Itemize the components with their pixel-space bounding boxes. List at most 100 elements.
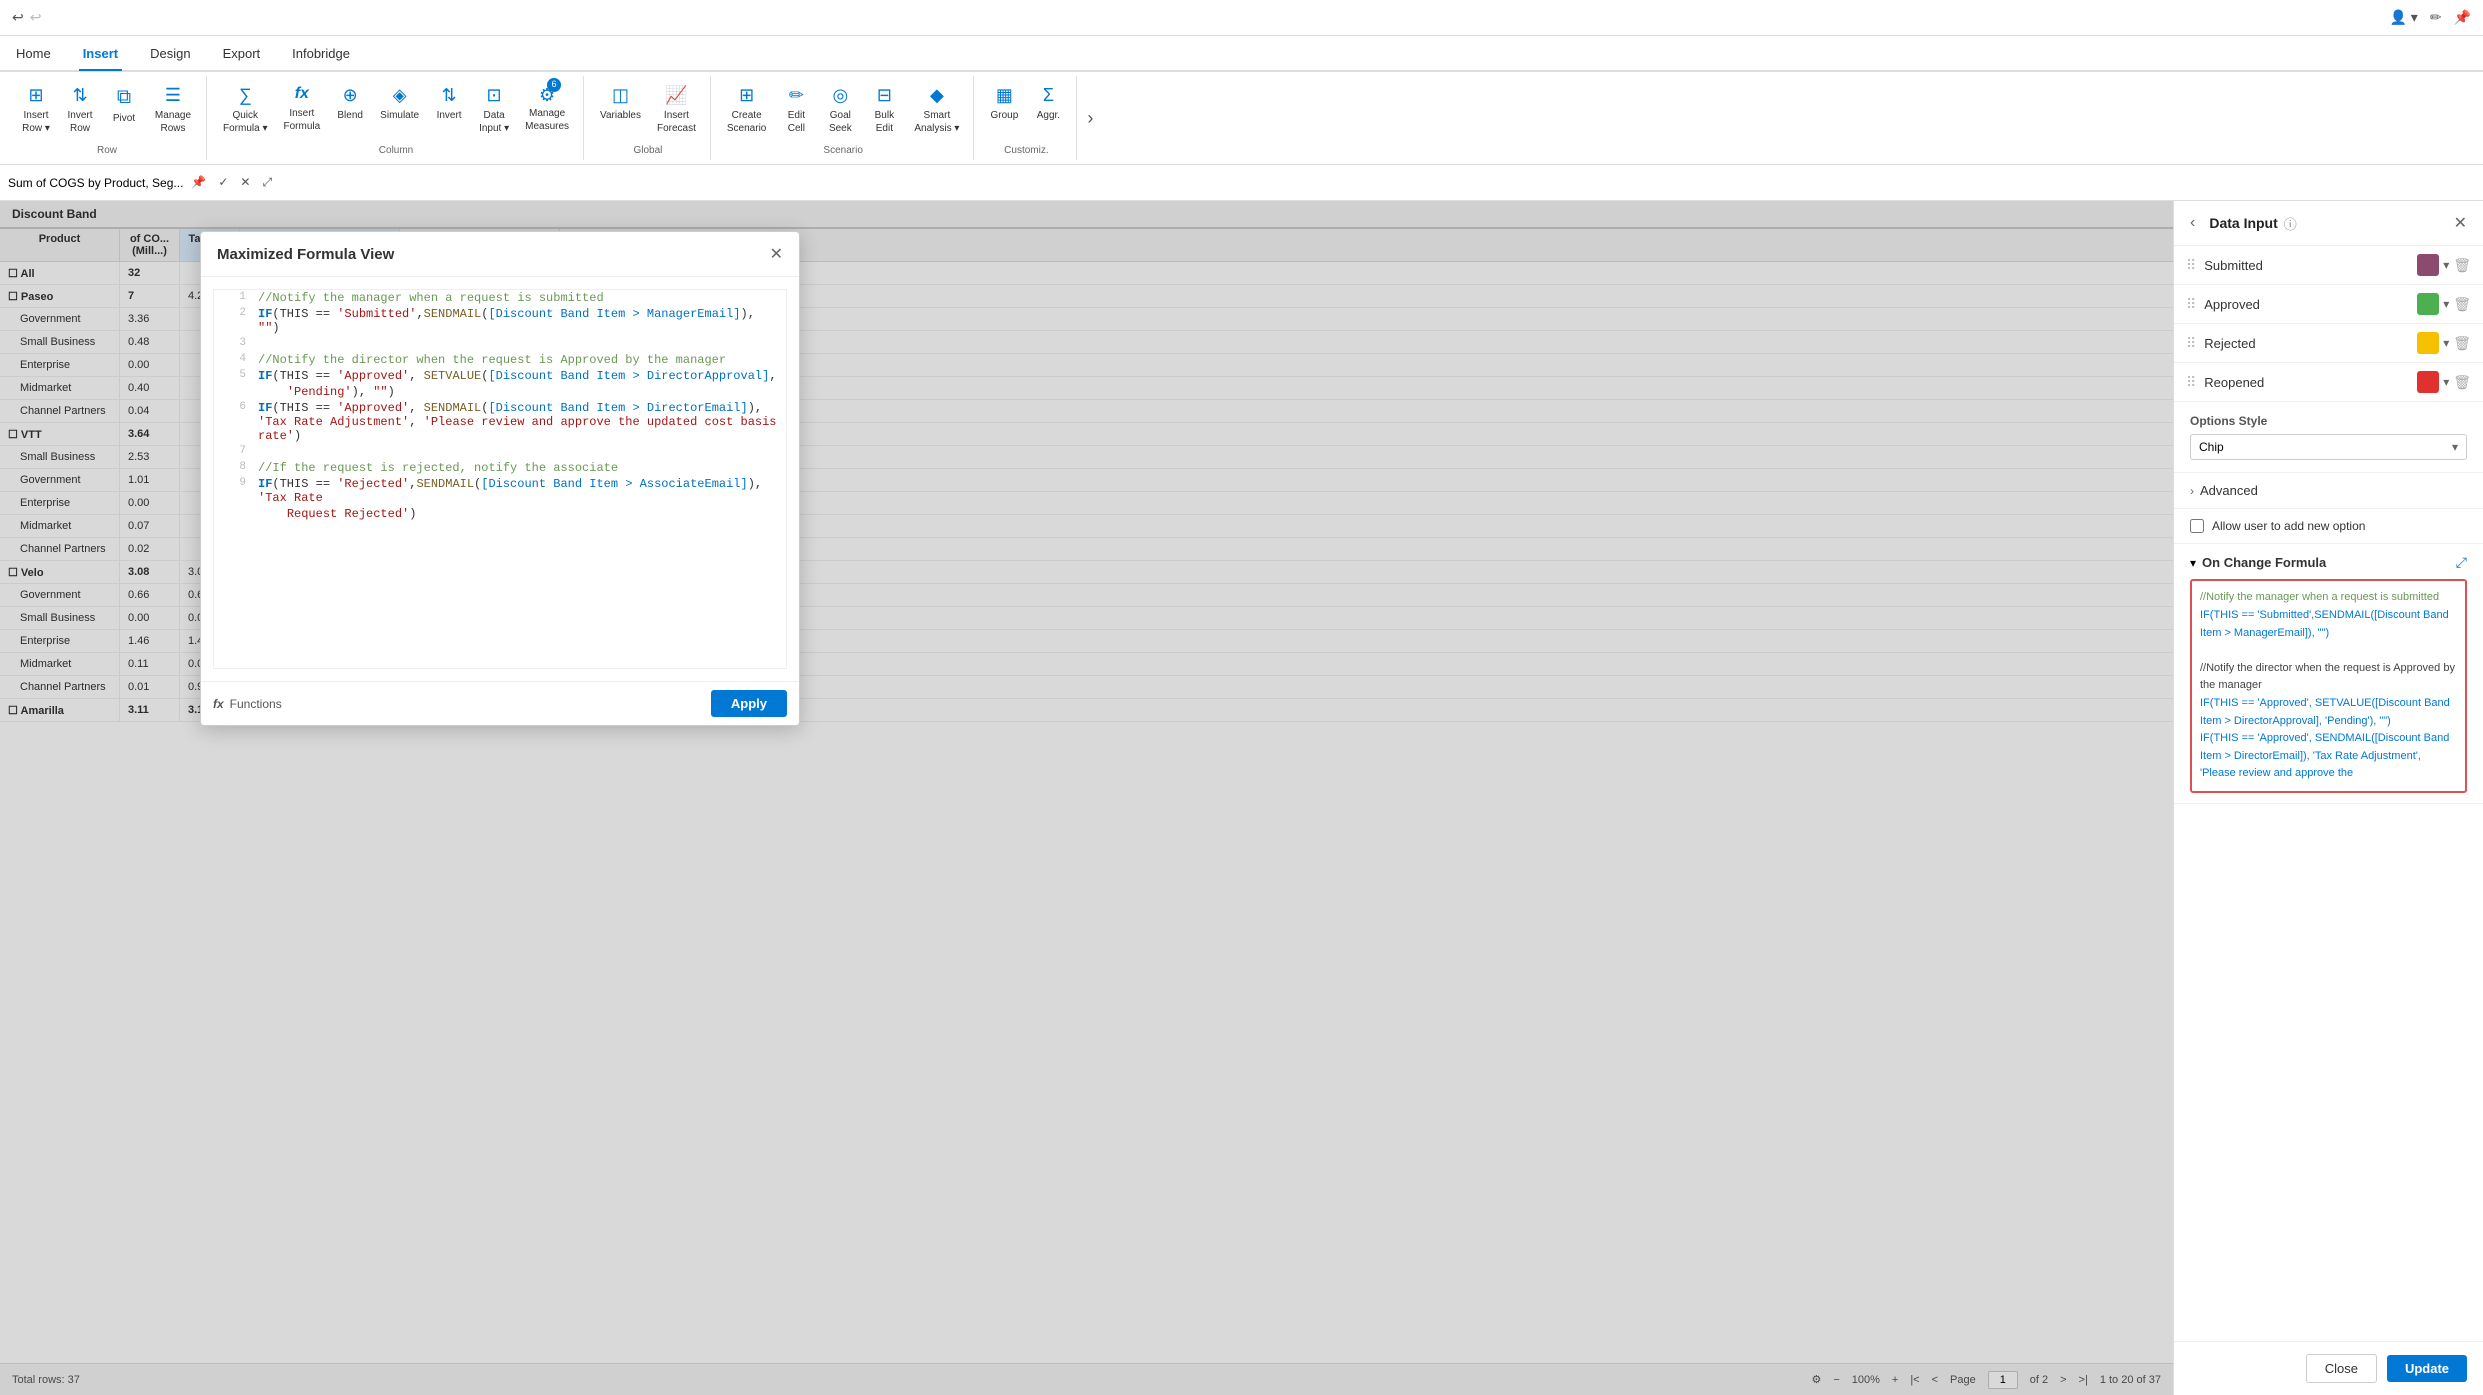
delete-option-rejected[interactable]: 🗑 xyxy=(2453,335,2471,352)
formula-link-1[interactable]: IF(THIS == 'Submitted',SENDMAIL([Discoun… xyxy=(2200,609,2449,639)
panel-info-icon[interactable]: ⓘ xyxy=(2284,214,2297,233)
check-formula-icon[interactable]: ✓ xyxy=(218,175,228,190)
color-chevron-reopened[interactable]: ▾ xyxy=(2443,375,2449,389)
aggr-button[interactable]: Σ Aggr. xyxy=(1028,80,1068,126)
tab-design[interactable]: Design xyxy=(146,38,194,71)
undo-icon[interactable]: ↩ xyxy=(12,9,24,26)
advanced-section: › Advanced xyxy=(2174,473,2483,509)
pivot-icon: ⧉ xyxy=(117,84,131,110)
close-button[interactable]: Close xyxy=(2306,1354,2377,1383)
edit-cell-button[interactable]: ✏ EditCell xyxy=(776,80,816,139)
drag-handle-rejected[interactable]: ⠿ xyxy=(2186,335,2196,352)
panel-close-button[interactable]: ✕ xyxy=(2454,213,2467,233)
goal-seek-button[interactable]: ◎ GoalSeek xyxy=(820,80,860,139)
insert-forecast-button[interactable]: 📈 InsertForecast xyxy=(651,80,702,139)
bulk-edit-button[interactable]: ⊟ BulkEdit xyxy=(864,80,904,139)
code-editor[interactable]: 1 //Notify the manager when a request is… xyxy=(213,289,787,669)
on-change-formula-header[interactable]: ▾ On Change Formula ⤢ xyxy=(2190,554,2467,571)
modal-close-button[interactable]: ✕ xyxy=(770,244,783,264)
drag-handle-approved[interactable]: ⠿ xyxy=(2186,296,2196,313)
smart-analysis-button[interactable]: ◆ SmartAnalysis ▾ xyxy=(908,80,965,139)
delete-option-submitted[interactable]: 🗑 xyxy=(2453,257,2471,274)
color-swatch-reopened[interactable] xyxy=(2417,371,2439,393)
edit-icon[interactable]: ✏ xyxy=(2430,9,2442,26)
formula-bar-text: Sum of COGS by Product, Seg... xyxy=(8,176,183,190)
drag-handle-submitted[interactable]: ⠿ xyxy=(2186,257,2196,274)
redo-icon[interactable]: ↩ xyxy=(30,9,42,26)
option-label-reopened: Reopened xyxy=(2204,375,2409,390)
insert-row-button[interactable]: ⊞ InsertRow ▾ xyxy=(16,80,56,139)
pivot-button[interactable]: ⧉ Pivot xyxy=(104,80,144,129)
invert-row-button[interactable]: ⇅ InvertRow xyxy=(60,80,100,139)
fx-label[interactable]: fx Functions xyxy=(213,697,282,711)
manage-rows-button[interactable]: ☰ ManageRows xyxy=(148,80,198,139)
row-group-label: Row xyxy=(97,141,117,156)
invert-row-icon: ⇅ xyxy=(72,84,87,107)
modal-footer: fx Functions Apply xyxy=(201,681,799,725)
color-chevron-submitted[interactable]: ▾ xyxy=(2443,258,2449,272)
quick-formula-button[interactable]: ∑ QuickFormula ▾ xyxy=(217,80,273,139)
close-formula-icon[interactable]: ✕ xyxy=(240,175,250,190)
code-line-6: 6 IF(THIS == 'Approved', SENDMAIL([Disco… xyxy=(214,400,786,444)
tab-export[interactable]: Export xyxy=(219,38,265,71)
expand-formula-icon[interactable]: ⤢ xyxy=(262,175,272,190)
main-layout: Discount Band Product of CO...(Mill...) … xyxy=(0,201,2483,1395)
color-swatch-submitted[interactable] xyxy=(2417,254,2439,276)
goal-seek-icon: ◎ xyxy=(833,84,849,107)
variables-button[interactable]: ◫ Variables xyxy=(594,80,647,126)
panel-title: Data Input xyxy=(2209,215,2277,231)
fx-icon: fx xyxy=(213,697,224,711)
blend-button[interactable]: ⊕ Blend xyxy=(330,80,370,126)
code-line-3: 3 xyxy=(214,336,786,352)
data-input-button[interactable]: ⊡ DataInput ▾ xyxy=(473,80,515,139)
color-swatch-approved[interactable] xyxy=(2417,293,2439,315)
delete-option-reopened[interactable]: 🗑 xyxy=(2453,374,2471,391)
pin-icon[interactable]: 📌 xyxy=(2454,9,2471,26)
ribbon-group-row: ⊞ InsertRow ▾ ⇅ InvertRow ⧉ Pivot ☰ Mana… xyxy=(8,76,207,160)
manage-rows-icon: ☰ xyxy=(165,84,181,107)
delete-option-approved[interactable]: 🗑 xyxy=(2453,296,2471,313)
top-bar: ↩ ↩ 👤 ▾ ✏ 📌 xyxy=(0,0,2483,36)
invert-col-button[interactable]: ⇅ Invert xyxy=(429,80,469,126)
customize-group-label: Customiz. xyxy=(1004,141,1048,156)
formula-comment-1: //Notify the manager when a request is s… xyxy=(2200,591,2439,603)
create-scenario-button[interactable]: ⊞ CreateScenario xyxy=(721,80,772,139)
expand-formula-button[interactable]: ⤢ xyxy=(2456,554,2467,571)
tab-infobridge[interactable]: Infobridge xyxy=(288,38,354,71)
code-line-1: 1 //Notify the manager when a request is… xyxy=(214,290,786,306)
formula-link-3[interactable]: IF(THIS == 'Approved', SENDMAIL([Discoun… xyxy=(2200,732,2449,779)
tab-home[interactable]: Home xyxy=(12,38,55,71)
panel-header: ‹ Data Input ⓘ ✕ xyxy=(2174,201,2483,246)
apply-button[interactable]: Apply xyxy=(711,690,787,717)
drag-handle-reopened[interactable]: ⠿ xyxy=(2186,374,2196,391)
group-button[interactable]: ▦ Group xyxy=(984,80,1024,126)
insert-row-icon: ⊞ xyxy=(28,84,43,107)
color-chevron-approved[interactable]: ▾ xyxy=(2443,297,2449,311)
column-group-label: Column xyxy=(379,141,413,156)
advanced-label: Advanced xyxy=(2200,483,2258,498)
update-button[interactable]: Update xyxy=(2387,1355,2467,1382)
formula-bar: Sum of COGS by Product, Seg... 📌 ✓ ✕ ⤢ xyxy=(0,165,2483,201)
color-chevron-rejected[interactable]: ▾ xyxy=(2443,336,2449,350)
manage-measures-button[interactable]: ⚙ 6 ManageMeasures xyxy=(519,80,575,137)
color-swatch-rejected[interactable] xyxy=(2417,332,2439,354)
blend-icon: ⊕ xyxy=(343,84,358,107)
formula-comment-2: //Notify the director when the request i… xyxy=(2200,662,2455,692)
more-button[interactable]: › xyxy=(1079,108,1101,129)
on-change-formula-title: On Change Formula xyxy=(2202,555,2326,570)
code-line-4: 4 //Notify the director when the request… xyxy=(214,352,786,368)
option-controls-rejected: ▾ 🗑 xyxy=(2417,332,2471,354)
option-label-submitted: Submitted xyxy=(2204,258,2409,273)
panel-back-button[interactable]: ‹ xyxy=(2190,214,2195,232)
advanced-toggle[interactable]: › Advanced xyxy=(2190,483,2467,498)
insert-formula-button[interactable]: fx InsertFormula xyxy=(277,80,326,137)
allow-new-option-checkbox[interactable] xyxy=(2190,519,2204,533)
code-line-9b: Request Rejected') xyxy=(214,506,786,522)
code-line-9: 9 IF(THIS == 'Rejected',SENDMAIL([Discou… xyxy=(214,476,786,506)
profile-icon[interactable]: 👤 ▾ xyxy=(2389,9,2417,26)
simulate-button[interactable]: ◈ Simulate xyxy=(374,80,425,126)
formula-link-2[interactable]: IF(THIS == 'Approved', SETVALUE([Discoun… xyxy=(2200,697,2450,727)
pin-formula-icon[interactable]: 📌 xyxy=(191,175,206,190)
tab-insert[interactable]: Insert xyxy=(79,38,122,71)
options-style-select[interactable]: Chip ▾ xyxy=(2190,434,2467,460)
